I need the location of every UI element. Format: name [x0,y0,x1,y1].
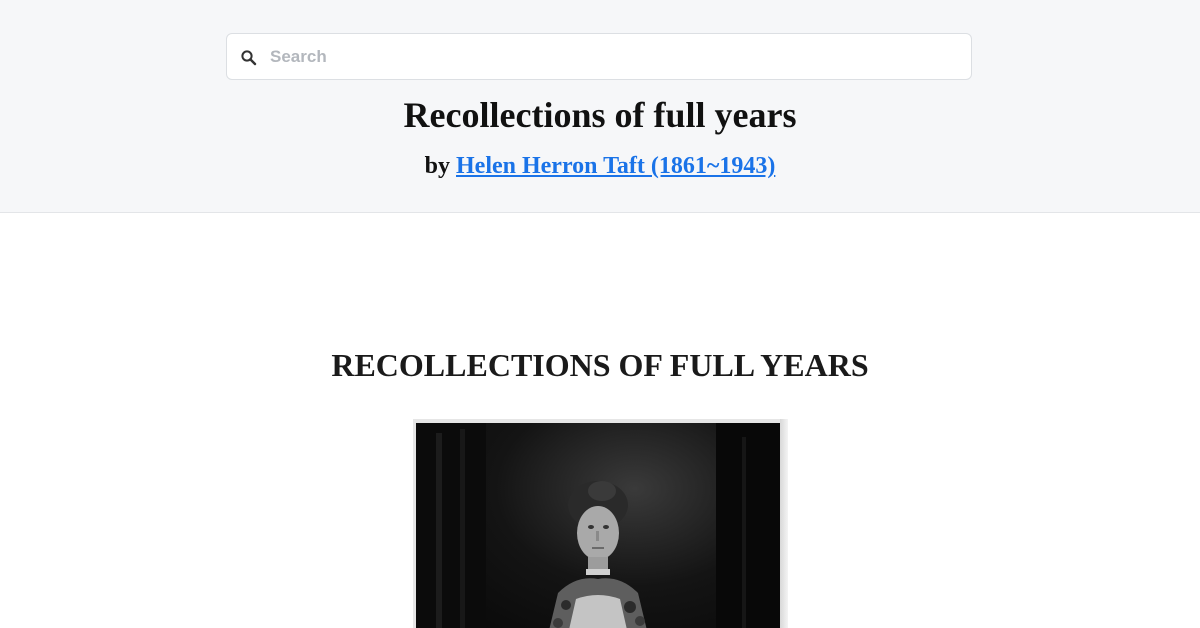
book-title: Recollections of full years [403,95,797,135]
site-header: Recollections of full years by Helen Her… [0,0,1200,213]
search-input[interactable] [270,42,950,72]
portrait-figure [416,423,780,628]
portrait-border [780,419,788,628]
byline: by Helen Herron Taft (1861~1943) [0,150,1200,182]
author-link[interactable]: Helen Herron Taft (1861~1943) [456,153,775,179]
search-icon [240,49,258,67]
search-box[interactable] [226,33,972,80]
portrait-image [413,419,788,628]
by-label: by [424,153,456,179]
portrait-photo [416,423,780,628]
chapter-title: RECOLLECTIONS OF FULL YEARS [331,347,869,383]
